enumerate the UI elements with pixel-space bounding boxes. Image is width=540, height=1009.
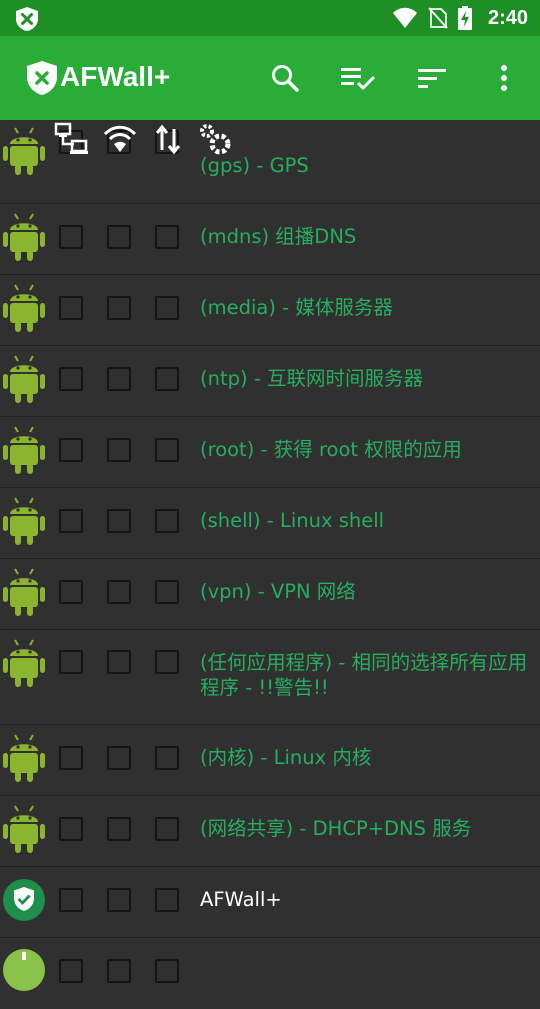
- table-row[interactable]: (内核) - Linux 内核: [0, 725, 540, 796]
- app-name: (网络共享) - DHCP+DNS 服务: [200, 817, 472, 840]
- mobile-data-checkbox[interactable]: [155, 367, 179, 391]
- table-row[interactable]: (media) - 媒体服务器: [0, 275, 540, 346]
- app-name: (ntp) - 互联网时间服务器: [200, 367, 424, 390]
- app-name: (任何应用程序) - 相同的选择所有应用程序 - !!警告!!: [200, 651, 528, 699]
- mobile-data-checkbox[interactable]: [155, 746, 179, 770]
- mobile-data-checkbox[interactable]: [155, 580, 179, 604]
- vpn-settings-icon: [200, 124, 231, 155]
- mobile-data-checkbox[interactable]: [155, 888, 179, 912]
- lan-icon: [54, 122, 88, 154]
- app-name: (root) - 获得 root 权限的应用: [200, 438, 462, 461]
- lan-checkbox[interactable]: [59, 650, 83, 674]
- app-name: (media) - 媒体服务器: [200, 296, 393, 319]
- mobile-data-checkbox[interactable]: [155, 438, 179, 462]
- mobile-data-checkbox[interactable]: [155, 509, 179, 533]
- lan-checkbox[interactable]: [59, 296, 83, 320]
- wifi-checkbox[interactable]: [107, 438, 131, 462]
- mobile-data-checkbox[interactable]: [155, 225, 179, 249]
- afwall-notification-icon: [16, 7, 38, 31]
- column-header: [0, 120, 540, 160]
- overflow-menu-button[interactable]: [486, 60, 522, 96]
- table-row[interactable]: (ntp) - 互联网时间服务器: [0, 346, 540, 417]
- no-sim-icon: [428, 7, 448, 29]
- wifi-checkbox[interactable]: [107, 888, 131, 912]
- app-icon: [3, 949, 45, 991]
- lan-checkbox[interactable]: [59, 438, 83, 462]
- android-icon: [3, 497, 45, 545]
- lan-checkbox[interactable]: [59, 580, 83, 604]
- sort-button[interactable]: [414, 60, 450, 96]
- wifi-checkbox[interactable]: [107, 580, 131, 604]
- table-row[interactable]: (网络共享) - DHCP+DNS 服务: [0, 796, 540, 867]
- battery-charging-icon: [457, 6, 472, 30]
- table-row[interactable]: (vpn) - VPN 网络: [0, 559, 540, 630]
- app-name: (vpn) - VPN 网络: [200, 580, 356, 603]
- select-all-icon: [341, 68, 376, 91]
- lan-checkbox[interactable]: [59, 959, 83, 983]
- app-name: (内核) - Linux 内核: [200, 746, 372, 769]
- lan-checkbox[interactable]: [59, 367, 83, 391]
- lan-checkbox[interactable]: [59, 509, 83, 533]
- app-title: AFWall+: [60, 61, 171, 92]
- android-icon: [3, 568, 45, 616]
- lan-checkbox[interactable]: [59, 746, 83, 770]
- mobile-data-checkbox[interactable]: [155, 650, 179, 674]
- afwall-shield-icon: [3, 879, 45, 921]
- android-icon: [3, 355, 45, 403]
- afwall-logo-icon: [27, 61, 57, 95]
- wifi-checkbox[interactable]: [107, 225, 131, 249]
- lan-checkbox[interactable]: [59, 888, 83, 912]
- android-icon: [3, 426, 45, 474]
- app-name: (mdns) 组播DNS: [200, 225, 357, 248]
- app-name: (shell) - Linux shell: [200, 509, 385, 532]
- more-vert-icon: [501, 65, 507, 91]
- table-row[interactable]: (任何应用程序) - 相同的选择所有应用程序 - !!警告!!: [0, 630, 540, 725]
- table-row[interactable]: [0, 938, 540, 1009]
- select-all-button[interactable]: [340, 60, 376, 96]
- table-row[interactable]: (shell) - Linux shell: [0, 488, 540, 559]
- lan-checkbox[interactable]: [59, 225, 83, 249]
- android-icon: [3, 213, 45, 261]
- sort-icon: [418, 69, 446, 88]
- search-button[interactable]: [267, 60, 303, 96]
- wifi-checkbox[interactable]: [107, 817, 131, 841]
- mobile-data-checkbox[interactable]: [155, 296, 179, 320]
- wifi-checkbox[interactable]: [107, 509, 131, 533]
- wifi-checkbox[interactable]: [107, 959, 131, 983]
- wifi-checkbox[interactable]: [107, 650, 131, 674]
- mobile-data-checkbox[interactable]: [155, 817, 179, 841]
- status-bar: 2:40: [0, 0, 540, 36]
- android-icon: [3, 639, 45, 687]
- wifi-checkbox[interactable]: [107, 367, 131, 391]
- wifi-icon: [103, 125, 137, 152]
- status-time: 2:40: [487, 6, 528, 29]
- lan-checkbox[interactable]: [59, 817, 83, 841]
- app-bar: AFWall+: [0, 36, 540, 120]
- app-name: AFWall+: [200, 888, 282, 911]
- wifi-checkbox[interactable]: [107, 296, 131, 320]
- search-icon: [272, 65, 299, 92]
- mobile-data-checkbox[interactable]: [155, 959, 179, 983]
- table-row[interactable]: (mdns) 组播DNS: [0, 204, 540, 275]
- mobile-data-icon: [155, 124, 181, 155]
- table-row[interactable]: AFWall+: [0, 867, 540, 938]
- android-icon: [3, 284, 45, 332]
- wifi-checkbox[interactable]: [107, 746, 131, 770]
- android-icon: [3, 805, 45, 853]
- android-icon: [3, 734, 45, 782]
- table-row[interactable]: (root) - 获得 root 权限的应用: [0, 417, 540, 488]
- wifi-icon: [392, 7, 417, 28]
